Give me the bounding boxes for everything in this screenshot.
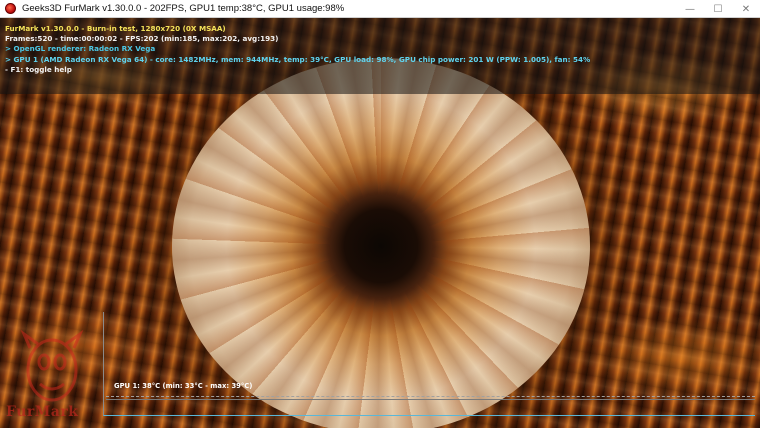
close-button[interactable]: ✕ (732, 0, 760, 18)
window-controls: — ☐ ✕ (676, 0, 760, 18)
maximize-button[interactable]: ☐ (704, 0, 732, 18)
window-title: Geeks3D FurMark v1.30.0.0 - 202FPS, GPU1… (22, 3, 345, 14)
minimize-button[interactable]: — (676, 0, 704, 18)
hud-help-line: - F1: toggle help (5, 64, 72, 74)
hud-gpu-line: > GPU 1 (AMD Radeon RX Vega 64) - core: … (5, 54, 591, 64)
temperature-graph: GPU 1: 38°C (min: 33°C - max: 39°C) (103, 312, 755, 416)
hud-frames-line: Frames:520 - time:00:00:02 - FPS:202 (mi… (5, 34, 279, 44)
title-bar[interactable]: Geeks3D FurMark v1.30.0.0 - 202FPS, GPU1… (0, 0, 760, 18)
graph-temp-label: GPU 1: 38°C (min: 33°C - max: 39°C) (114, 382, 253, 390)
graph-dashed-line (106, 396, 755, 397)
graph-temp-line (106, 399, 755, 400)
hud-overlay: FurMark v1.30.0.0 - Burn-in test, 1280x7… (0, 18, 760, 94)
furmark-logo-text: FurMark (6, 404, 79, 420)
furmark-app-icon[interactable] (5, 3, 16, 14)
hud-title-line: FurMark v1.30.0.0 - Burn-in test, 1280x7… (5, 24, 226, 33)
hud-renderer-line: > OpenGL renderer: Radeon RX Vega (5, 44, 156, 54)
